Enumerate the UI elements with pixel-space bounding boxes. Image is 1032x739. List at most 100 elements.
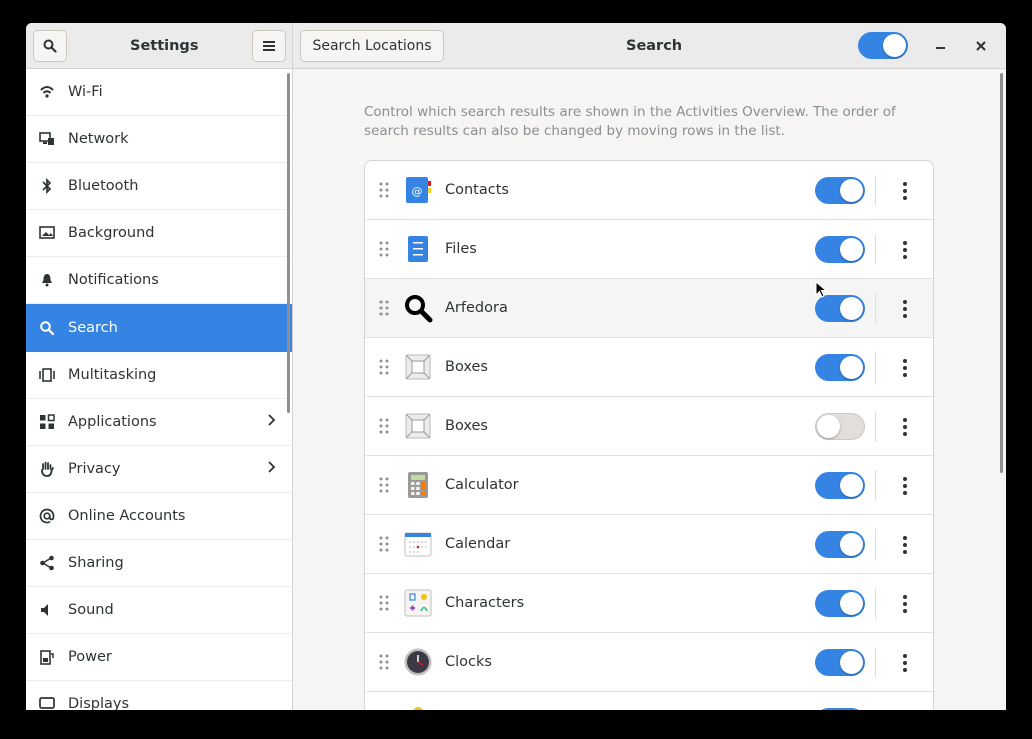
- toggle-switch[interactable]: [815, 531, 865, 558]
- toggle-switch[interactable]: [815, 177, 865, 204]
- sidebar-item-network[interactable]: Network: [26, 116, 292, 164]
- toggle-switch[interactable]: [815, 413, 865, 440]
- toggle-switch[interactable]: [815, 236, 865, 263]
- drag-handle-icon[interactable]: [379, 536, 389, 556]
- sidebar-header: Settings: [26, 23, 293, 69]
- calendar-icon: [403, 529, 433, 559]
- content-scrollbar[interactable]: [1000, 73, 1003, 473]
- drag-handle-icon[interactable]: [379, 418, 389, 438]
- characters-icon: [403, 588, 433, 618]
- drag-handle-icon[interactable]: [379, 241, 389, 261]
- row-label: Clocks: [445, 654, 492, 670]
- sidebar-item-label: Network: [68, 131, 129, 148]
- settings-window: Settings Search Locations Search Wi-Fi N…: [26, 23, 1006, 710]
- row-label: Boxes: [445, 359, 488, 375]
- toggle-switch[interactable]: [815, 649, 865, 676]
- toggle-switch[interactable]: [815, 708, 865, 710]
- separator: [875, 234, 876, 265]
- sidebar-item-search[interactable]: Search: [26, 304, 292, 352]
- more-options-icon[interactable]: [895, 297, 915, 321]
- sidebar-item-sound[interactable]: Sound: [26, 587, 292, 635]
- search-master-toggle[interactable]: [858, 32, 908, 59]
- search-description: Control which search results are shown i…: [364, 104, 896, 139]
- more-options-icon[interactable]: [895, 533, 915, 557]
- list-item[interactable]: Characters: [365, 574, 933, 633]
- sidebar: Wi-Fi Network Bluetooth Background Notif…: [26, 69, 293, 710]
- search-locations-button[interactable]: Search Locations: [300, 30, 444, 62]
- toggle-switch[interactable]: [815, 295, 865, 322]
- app-icon: [403, 706, 433, 710]
- sidebar-item-multitasking[interactable]: Multitasking: [26, 352, 292, 399]
- list-item[interactable]: @ Contacts: [365, 161, 933, 220]
- search-icon: [39, 320, 55, 336]
- bluetooth-icon: [39, 178, 55, 195]
- sidebar-item-label: Search: [68, 319, 118, 336]
- sidebar-item-sharing[interactable]: Sharing: [26, 540, 292, 588]
- list-item[interactable]: Calendar: [365, 515, 933, 574]
- sidebar-item-displays[interactable]: Displays: [26, 681, 292, 710]
- list-item[interactable]: Files: [365, 220, 933, 279]
- search-providers-list: @ Contacts Files Arfedora Boxes Boxes Ca…: [364, 160, 934, 710]
- network-icon: [39, 131, 55, 147]
- separator: [875, 352, 876, 383]
- sidebar-item-label: Online Accounts: [68, 507, 186, 524]
- drag-handle-icon[interactable]: [379, 654, 389, 674]
- toggle-switch[interactable]: [815, 590, 865, 617]
- search-button[interactable]: [33, 30, 67, 62]
- grid-icon: [39, 413, 55, 430]
- sidebar-item-background[interactable]: Background: [26, 210, 292, 258]
- list-item[interactable]: Boxes: [365, 338, 933, 397]
- more-options-icon[interactable]: [895, 356, 915, 380]
- sidebar-scrollbar[interactable]: [287, 73, 290, 413]
- hamburger-icon: [263, 41, 275, 51]
- row-label: Calendar: [445, 536, 511, 552]
- sidebar-item-label: Applications: [68, 413, 157, 430]
- clocks-icon: [403, 647, 433, 677]
- sidebar-item-bluetooth[interactable]: Bluetooth: [26, 163, 292, 211]
- hand-icon: [39, 461, 55, 477]
- more-options-icon[interactable]: [895, 651, 915, 675]
- list-item-partial[interactable]: [365, 692, 933, 710]
- drag-handle-icon[interactable]: [379, 477, 389, 497]
- separator: [875, 293, 876, 324]
- list-item[interactable]: Calculator: [365, 456, 933, 515]
- separator: [875, 175, 876, 206]
- separator: [875, 470, 876, 501]
- more-options-icon[interactable]: [895, 179, 915, 203]
- window-title: Settings: [130, 38, 199, 54]
- sidebar-item-applications[interactable]: Applications: [26, 399, 292, 446]
- list-item[interactable]: Boxes: [365, 397, 933, 456]
- power-icon: [39, 649, 55, 665]
- search-icon: [43, 39, 57, 53]
- sidebar-item-privacy[interactable]: Privacy: [26, 446, 292, 493]
- search-settings-panel: Control which search results are shown i…: [293, 69, 1006, 710]
- list-item[interactable]: Clocks: [365, 633, 933, 692]
- more-options-icon[interactable]: [895, 238, 915, 262]
- close-button[interactable]: [969, 34, 993, 58]
- sidebar-item-label: Displays: [68, 696, 130, 710]
- sidebar-item-notifications[interactable]: Notifications: [26, 257, 292, 305]
- row-label: Files: [445, 241, 477, 257]
- sidebar-item-online-accounts[interactable]: Online Accounts: [26, 493, 292, 540]
- minimize-button[interactable]: [929, 34, 953, 58]
- boxes-icon: [403, 411, 433, 441]
- more-options-icon[interactable]: [895, 592, 915, 616]
- drag-handle-icon[interactable]: [379, 595, 389, 615]
- toggle-switch[interactable]: [815, 354, 865, 381]
- display-icon: [39, 696, 55, 710]
- svg-text:@: @: [412, 185, 423, 198]
- separator: [875, 529, 876, 560]
- more-options-icon[interactable]: [895, 415, 915, 439]
- drag-handle-icon[interactable]: [379, 182, 389, 202]
- drag-handle-icon[interactable]: [379, 300, 389, 320]
- content-header: Search Locations Search: [293, 23, 1006, 69]
- toggle-switch[interactable]: [815, 472, 865, 499]
- sidebar-item-wifi[interactable]: Wi-Fi: [26, 69, 292, 117]
- drag-handle-icon[interactable]: [379, 359, 389, 379]
- main-menu-button[interactable]: [252, 30, 286, 62]
- sidebar-item-label: Wi-Fi: [68, 84, 103, 101]
- sidebar-item-power[interactable]: Power: [26, 634, 292, 682]
- more-options-icon[interactable]: [895, 474, 915, 498]
- list-item[interactable]: Arfedora: [365, 279, 933, 338]
- sidebar-item-label: Sound: [68, 602, 114, 619]
